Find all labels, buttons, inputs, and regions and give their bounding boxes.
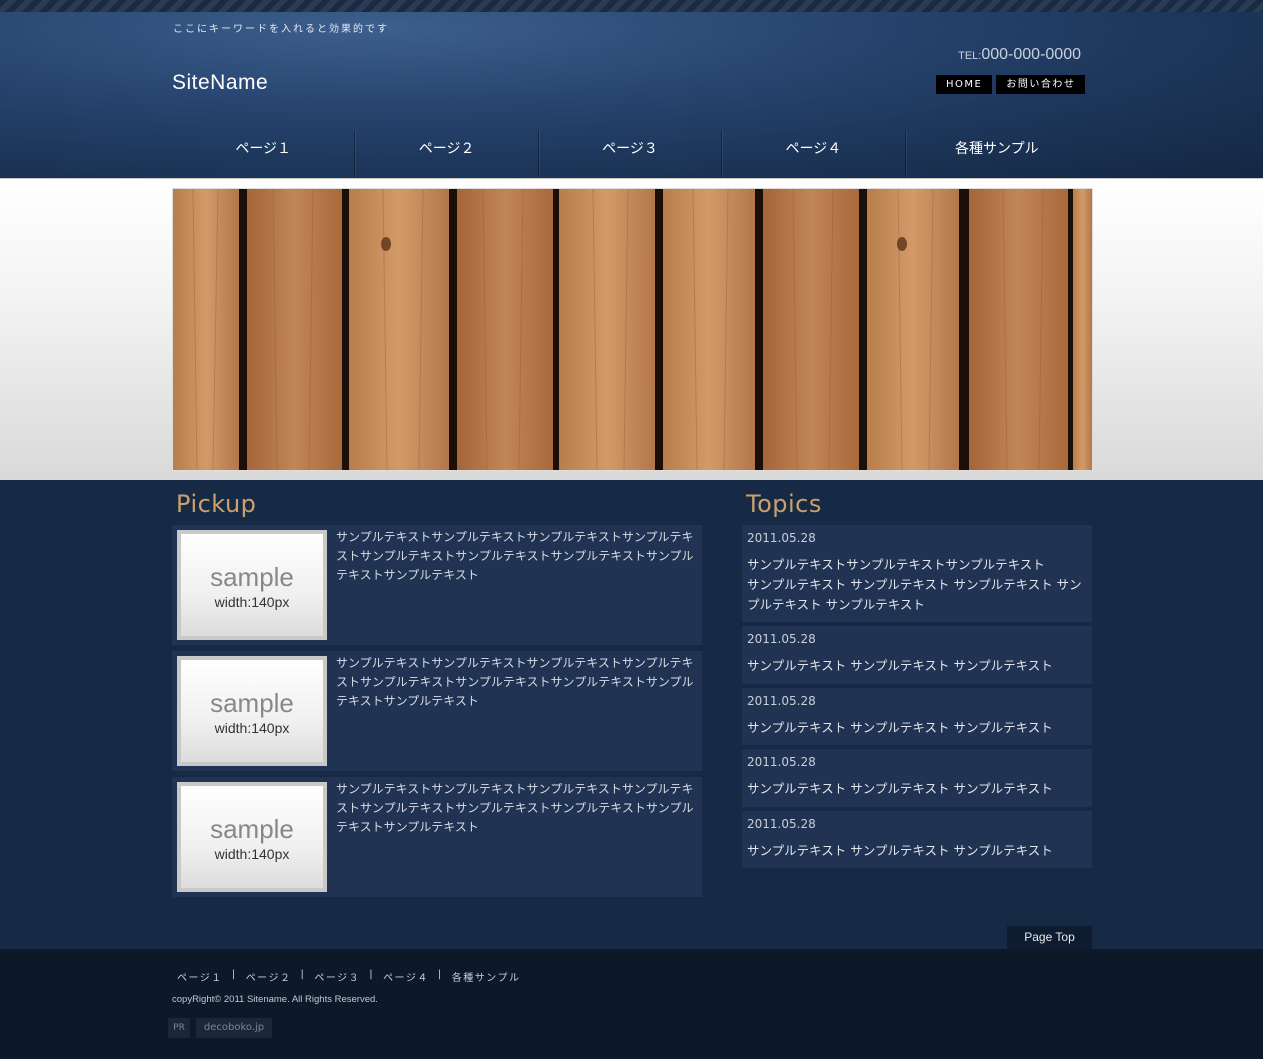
nav-item-page2[interactable]: ページ２ <box>355 131 539 178</box>
topic-line: サンプルテキストサンプルテキストサンプルテキスト <box>747 557 1045 572</box>
nav-item-page1[interactable]: ページ１ <box>172 131 356 178</box>
footer-link-samples[interactable]: 各種サンプル <box>452 969 521 984</box>
thumb-sample-word: sample <box>210 688 294 718</box>
wood-planks-image <box>173 189 1092 470</box>
thumb-size-label: width:140px <box>214 720 290 736</box>
topic-item[interactable]: 2011.05.28 サンプルテキスト サンプルテキスト サンプルテキスト <box>742 811 1092 868</box>
footer-separator: | <box>231 969 237 980</box>
pr-badge: PR <box>168 1018 190 1038</box>
topic-date: 2011.05.28 <box>747 755 816 769</box>
topic-item[interactable]: 2011.05.28 サンプルテキストサンプルテキストサンプルテキスト サンプル… <box>742 525 1092 622</box>
page-top-button[interactable]: Page Top <box>1007 926 1092 949</box>
topic-date: 2011.05.28 <box>747 694 816 708</box>
pickup-thumbnail[interactable]: sample width:140px <box>177 656 327 766</box>
thumb-size-label: width:140px <box>214 846 290 862</box>
footer-link-page4[interactable]: ページ４ <box>383 969 429 984</box>
pickup-text: サンプルテキストサンプルテキストサンプルテキストサンプルテキストサンプルテキスト… <box>336 782 694 834</box>
contact-button[interactable]: お問い合わせ <box>996 75 1086 94</box>
pickup-item[interactable]: sample width:140px サンプルテキストサンプルテキストサンプルテ… <box>172 651 702 771</box>
site-name[interactable]: SiteName <box>172 71 268 95</box>
nav-item-samples[interactable]: 各種サンプル <box>906 131 1088 178</box>
footer-separator: | <box>369 969 375 980</box>
topic-date: 2011.05.28 <box>747 817 816 831</box>
nav-item-page4[interactable]: ページ４ <box>722 131 906 178</box>
topic-item[interactable]: 2011.05.28 サンプルテキスト サンプルテキスト サンプルテキスト <box>742 626 1092 684</box>
topic-line: サンプルテキスト サンプルテキスト サンプルテキスト サンプルテキスト サンプル… <box>747 577 1082 612</box>
topic-text: サンプルテキスト サンプルテキスト サンプルテキスト <box>747 843 1053 858</box>
thumb-sample-word: sample <box>210 814 294 844</box>
pickup-text: サンプルテキストサンプルテキストサンプルテキストサンプルテキストサンプルテキスト… <box>336 656 694 708</box>
topic-text: サンプルテキスト サンプルテキスト サンプルテキスト <box>747 781 1053 796</box>
topic-date: 2011.05.28 <box>747 531 816 545</box>
global-nav: ページ１ ページ２ ページ３ ページ４ 各種サンプル <box>172 131 1088 178</box>
topic-text: サンプルテキスト サンプルテキスト サンプルテキスト <box>747 720 1053 735</box>
thumb-size-label: width:140px <box>214 594 290 610</box>
footer-separator: | <box>437 969 443 980</box>
pickup-thumbnail[interactable]: sample width:140px <box>177 530 327 640</box>
pickup-item[interactable]: sample width:140px サンプルテキストサンプルテキストサンプルテ… <box>172 777 702 897</box>
pickup-item[interactable]: sample width:140px サンプルテキストサンプルテキストサンプルテ… <box>172 525 702 645</box>
footer-link-page1[interactable]: ページ１ <box>177 969 223 984</box>
topic-date: 2011.05.28 <box>747 632 816 646</box>
nav-item-page3[interactable]: ページ３ <box>539 131 723 178</box>
copyright: copyRight© 2011 Sitename. All Rights Res… <box>172 994 378 1005</box>
pickup-thumbnail[interactable]: sample width:140px <box>177 782 327 892</box>
footer-separator: | <box>300 969 306 980</box>
footer-link-page2[interactable]: ページ２ <box>246 969 292 984</box>
topic-text: サンプルテキストサンプルテキストサンプルテキスト サンプルテキスト サンプルテキ… <box>747 555 1087 615</box>
topic-item[interactable]: 2011.05.28 サンプルテキスト サンプルテキスト サンプルテキスト <box>742 688 1092 745</box>
thumb-sample-word: sample <box>210 562 294 592</box>
topic-text: サンプルテキスト サンプルテキスト サンプルテキスト <box>747 658 1053 673</box>
topics-title: Topics <box>746 490 822 518</box>
home-button[interactable]: HOME <box>936 75 993 94</box>
tel-info: TEL:000-000-0000 <box>958 46 1081 64</box>
footer-nav: ページ１ | ページ２ | ページ３ | ページ４ | 各種サンプル <box>177 969 520 984</box>
topic-item[interactable]: 2011.05.28 サンプルテキスト サンプルテキスト サンプルテキスト <box>742 749 1092 807</box>
decoboko-link[interactable]: decoboko.jp <box>196 1018 272 1038</box>
keyword-text: ここにキーワードを入れると効果的です <box>173 24 389 35</box>
tel-number: 000-000-0000 <box>981 46 1081 63</box>
tel-label: TEL: <box>958 50 982 62</box>
main-visual-image <box>172 188 1093 471</box>
top-stripe <box>0 0 1263 12</box>
pickup-title: Pickup <box>176 490 257 518</box>
top-buttons: HOME お問い合わせ <box>936 75 1086 94</box>
footer-link-page3[interactable]: ページ３ <box>314 969 360 984</box>
pickup-text: サンプルテキストサンプルテキストサンプルテキストサンプルテキストサンプルテキスト… <box>336 530 694 582</box>
